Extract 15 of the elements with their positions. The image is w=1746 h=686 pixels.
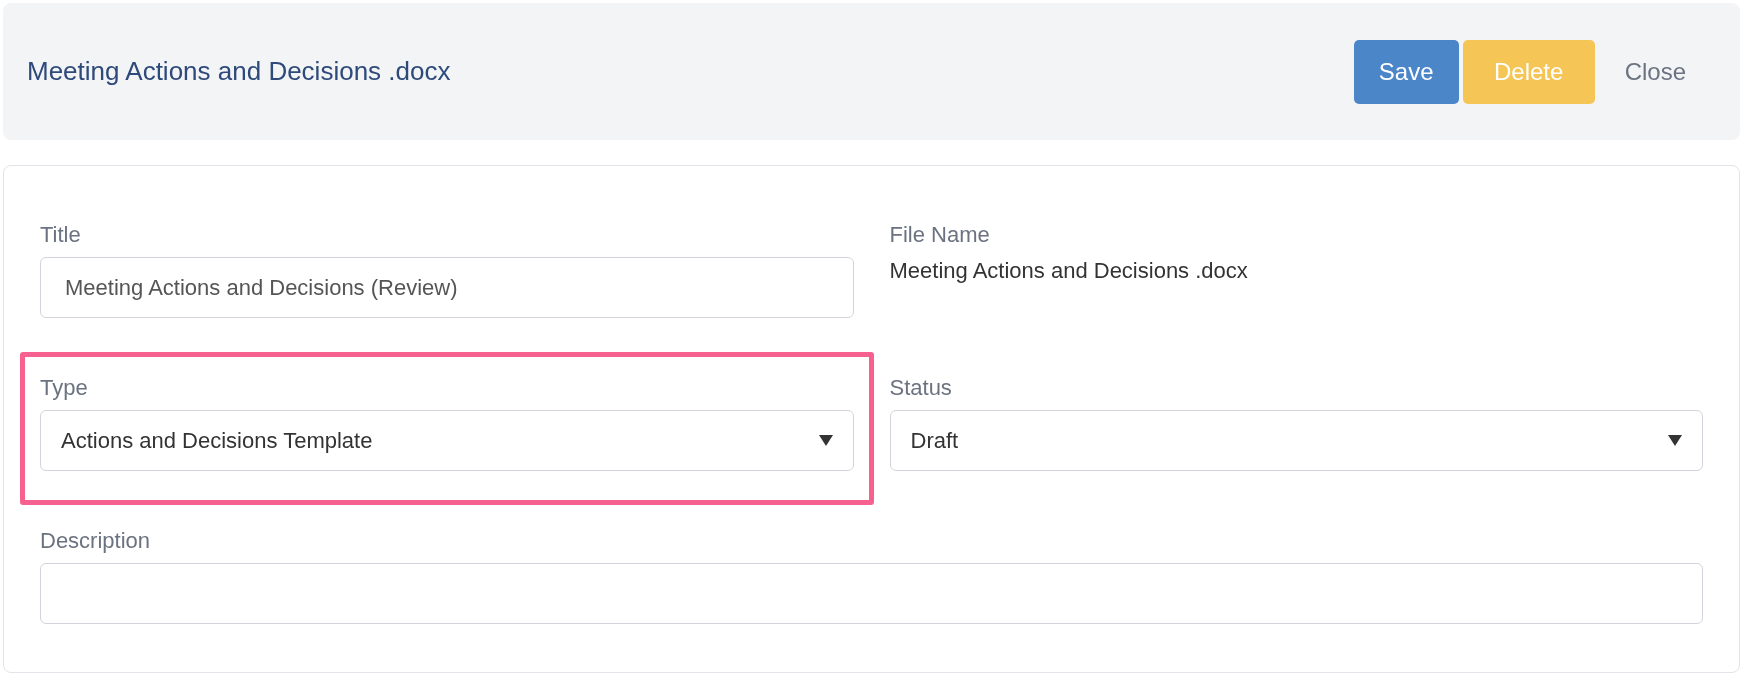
field-label: Title [40,223,82,247]
select-field[interactable]: Actions and Decisions Template [40,410,854,471]
close-button[interactable]: Close [1598,39,1712,104]
field-value: Meeting Actions and Decisions .docx [889,257,1249,285]
save-button[interactable]: Save [1353,39,1459,104]
field-label: Status [889,376,953,400]
caret-icon [1668,435,1682,446]
select-field[interactable]: Draft [889,410,1703,471]
field-label: Type [40,376,89,400]
document-title: Meeting Actions and Decisions .docx [27,56,451,87]
caret-icon [818,435,833,446]
field-label: Description [40,529,152,553]
input-field[interactable] [40,563,1703,624]
field-label: File Name [889,223,991,247]
text-field[interactable]: Meeting Actions and Decisions (Review) [40,257,854,318]
